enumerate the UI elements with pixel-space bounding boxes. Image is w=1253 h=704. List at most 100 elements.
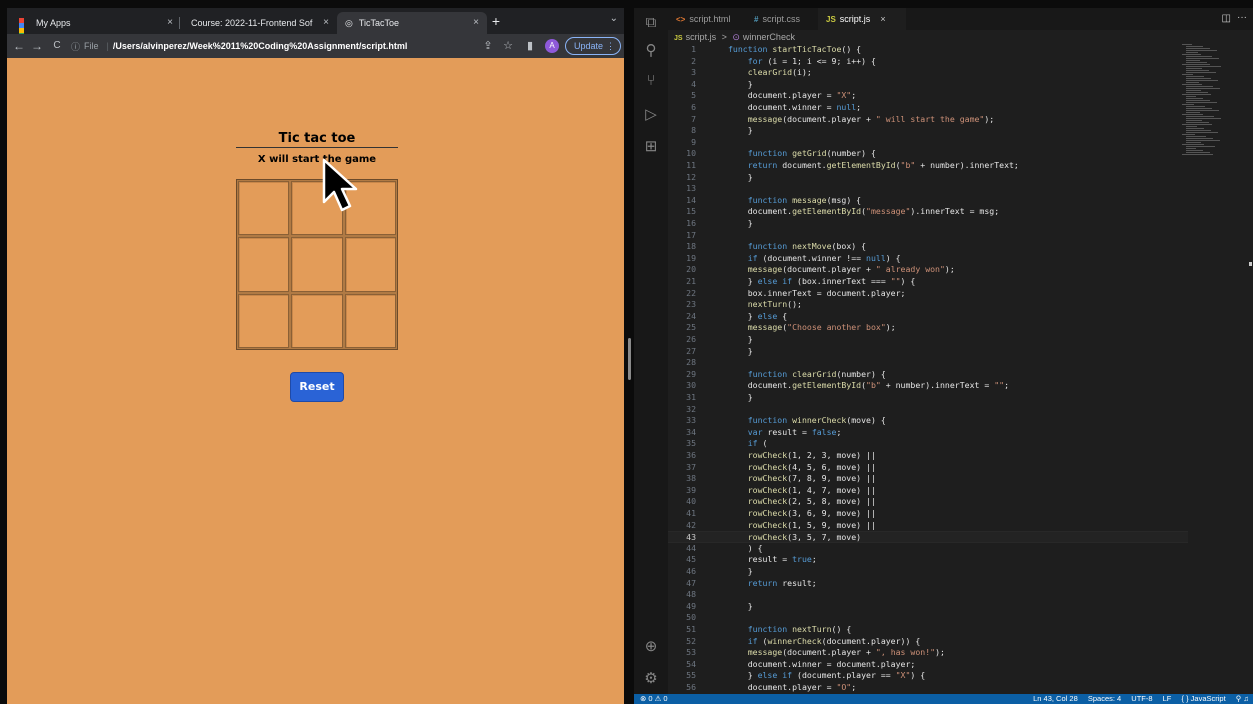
code-line[interactable]: 53 message(document.player + ", has won!…	[668, 647, 1188, 659]
code-line[interactable]: 41 rowCheck(3, 6, 9, move) ||	[668, 508, 1188, 520]
code-line[interactable]: 46 }	[668, 566, 1188, 578]
code-line[interactable]: 23 nextTurn();	[668, 299, 1188, 311]
close-tab-icon[interactable]: ×	[880, 14, 885, 24]
code-line[interactable]: 45 result = true;	[668, 554, 1188, 566]
code-line[interactable]: 30 document.getElementById("b" + number)…	[668, 380, 1188, 392]
code-area[interactable]: 1 function startTicTacToe() {2 for (i = 1…	[668, 44, 1188, 694]
code-line[interactable]: 48	[668, 589, 1188, 601]
indentation-status[interactable]: Spaces: 4	[1088, 694, 1121, 703]
code-line[interactable]: 12 }	[668, 172, 1188, 184]
notification-icons[interactable]: ⚲ ♫	[1236, 694, 1249, 703]
board-cell-5[interactable]	[291, 237, 343, 292]
code-line[interactable]: 44 ) {	[668, 543, 1188, 555]
reset-button[interactable]: Reset	[290, 372, 344, 402]
code-line[interactable]: 1 function startTicTacToe() {	[668, 44, 1188, 56]
eol-status[interactable]: LF	[1163, 694, 1172, 703]
tab-script-js[interactable]: JS script.js ×	[818, 8, 906, 30]
code-line[interactable]: 38 rowCheck(7, 8, 9, move) ||	[668, 473, 1188, 485]
code-line[interactable]: 15 document.getElementById("message").in…	[668, 206, 1188, 218]
board-cell-1[interactable]	[238, 181, 290, 236]
update-button[interactable]: Update ⋮	[565, 37, 621, 55]
code-line[interactable]: 8 }	[668, 125, 1188, 137]
tab-my-apps[interactable]: My Apps ×	[11, 12, 181, 34]
code-line[interactable]: 32	[668, 404, 1188, 416]
code-line[interactable]: 5 document.player = "X";	[668, 90, 1188, 102]
code-line[interactable]: 35 if (	[668, 438, 1188, 450]
code-line[interactable]: 36 rowCheck(1, 2, 3, move) ||	[668, 450, 1188, 462]
search-icon[interactable]: ⚲	[642, 42, 660, 60]
code-line[interactable]: 43 rowCheck(3, 5, 7, move)	[668, 531, 1188, 543]
extensions-icon[interactable]: ⊞	[642, 138, 660, 156]
scrollbar-marker[interactable]	[1249, 262, 1252, 266]
tab-script-html[interactable]: <> script.html	[668, 8, 744, 30]
code-line[interactable]: 2 for (i = 1; i <= 9; i++) {	[668, 56, 1188, 68]
tab-course[interactable]: Course: 2022-11-Frontend Sof ×	[183, 12, 337, 34]
code-line[interactable]: 37 rowCheck(4, 5, 6, move) ||	[668, 462, 1188, 474]
code-line[interactable]: 39 rowCheck(1, 4, 7, move) ||	[668, 485, 1188, 497]
close-tab-icon[interactable]: ×	[473, 17, 479, 28]
board-cell-7[interactable]	[238, 293, 290, 348]
code-line[interactable]: 19 if (document.winner !== null) {	[668, 253, 1188, 265]
code-line[interactable]: 25 message("Choose another box");	[668, 322, 1188, 334]
account-icon[interactable]: ⊕	[642, 638, 660, 656]
code-line[interactable]: 31 }	[668, 392, 1188, 404]
explorer-icon[interactable]: ⧉	[642, 14, 660, 32]
board-cell-4[interactable]	[238, 237, 290, 292]
code-line[interactable]: 50	[668, 612, 1188, 624]
close-tab-icon[interactable]: ×	[320, 17, 329, 28]
code-line[interactable]: 42 rowCheck(1, 5, 9, move) ||	[668, 520, 1188, 532]
minimap[interactable]	[1182, 44, 1252, 164]
close-tab-icon[interactable]: ×	[167, 17, 173, 28]
reload-button[interactable]: C	[49, 37, 65, 55]
code-line[interactable]: 49 }	[668, 601, 1188, 613]
address-bar[interactable]: ⓘ File | /Users/alvinperez/Week%2011%20C…	[71, 37, 491, 55]
breadcrumb-symbol[interactable]: winnerCheck	[743, 32, 795, 42]
side-panel-icon[interactable]: ▮	[523, 38, 537, 54]
share-icon[interactable]: ⇪	[481, 38, 495, 54]
code-line[interactable]: 18 function nextMove(box) {	[668, 241, 1188, 253]
code-line[interactable]: 51 function nextTurn() {	[668, 624, 1188, 636]
bookmark-star-icon[interactable]: ☆	[501, 38, 515, 54]
split-editor-icon[interactable]: ◫	[1222, 13, 1231, 24]
settings-gear-icon[interactable]: ⚙	[642, 670, 660, 688]
back-button[interactable]: ←	[11, 37, 27, 55]
code-line[interactable]: 22 box.innerText = document.player;	[668, 288, 1188, 300]
code-line[interactable]: 9	[668, 137, 1188, 149]
code-line[interactable]: 14 function message(msg) {	[668, 195, 1188, 207]
code-line[interactable]: 40 rowCheck(2, 5, 8, move) ||	[668, 496, 1188, 508]
board-cell-9[interactable]	[344, 293, 396, 348]
code-line[interactable]: 24 } else {	[668, 311, 1188, 323]
encoding-status[interactable]: UTF-8	[1131, 694, 1152, 703]
profile-avatar[interactable]: A	[545, 39, 559, 53]
code-line[interactable]: 6 document.winner = null;	[668, 102, 1188, 114]
code-line[interactable]: 26 }	[668, 334, 1188, 346]
split-view-handle[interactable]	[628, 338, 631, 380]
breadcrumb-file[interactable]: script.js	[686, 32, 717, 42]
code-line[interactable]: 17	[668, 230, 1188, 242]
code-line[interactable]: 29 function clearGrid(number) {	[668, 369, 1188, 381]
code-line[interactable]: 56 document.player = "O";	[668, 682, 1188, 694]
code-line[interactable]: 33 function winnerCheck(move) {	[668, 415, 1188, 427]
cursor-position[interactable]: Ln 43, Col 28	[1033, 694, 1078, 703]
code-line[interactable]: 10 function getGrid(number) {	[668, 148, 1188, 160]
code-line[interactable]: 27 }	[668, 346, 1188, 358]
code-line[interactable]: 47 return result;	[668, 578, 1188, 590]
tab-tictactoe[interactable]: ◎ TicTacToe ×	[337, 12, 487, 34]
code-line[interactable]: 11 return document.getElementById("b" + …	[668, 160, 1188, 172]
code-line[interactable]: 34 var result = false;	[668, 427, 1188, 439]
tab-search-chevron-icon[interactable]: ⌄	[610, 13, 618, 24]
problems-status[interactable]: ⊗ 0 ⚠ 0	[640, 694, 668, 704]
code-line[interactable]: 20 message(document.player + " already w…	[668, 264, 1188, 276]
kebab-menu-icon[interactable]: ⋮	[606, 38, 615, 54]
code-line[interactable]: 55 } else if (document.player == "X") {	[668, 670, 1188, 682]
code-line[interactable]: 13	[668, 183, 1188, 195]
code-line[interactable]: 3 clearGrid(i);	[668, 67, 1188, 79]
code-line[interactable]: 4 }	[668, 79, 1188, 91]
source-control-icon[interactable]: ⑂	[642, 72, 660, 90]
more-actions-icon[interactable]: ···	[1237, 12, 1247, 23]
code-line[interactable]: 21 } else if (box.innerText === "") {	[668, 276, 1188, 288]
board-cell-8[interactable]	[291, 293, 343, 348]
code-line[interactable]: 16 }	[668, 218, 1188, 230]
new-tab-button[interactable]: +	[487, 12, 505, 30]
code-line[interactable]: 28	[668, 357, 1188, 369]
